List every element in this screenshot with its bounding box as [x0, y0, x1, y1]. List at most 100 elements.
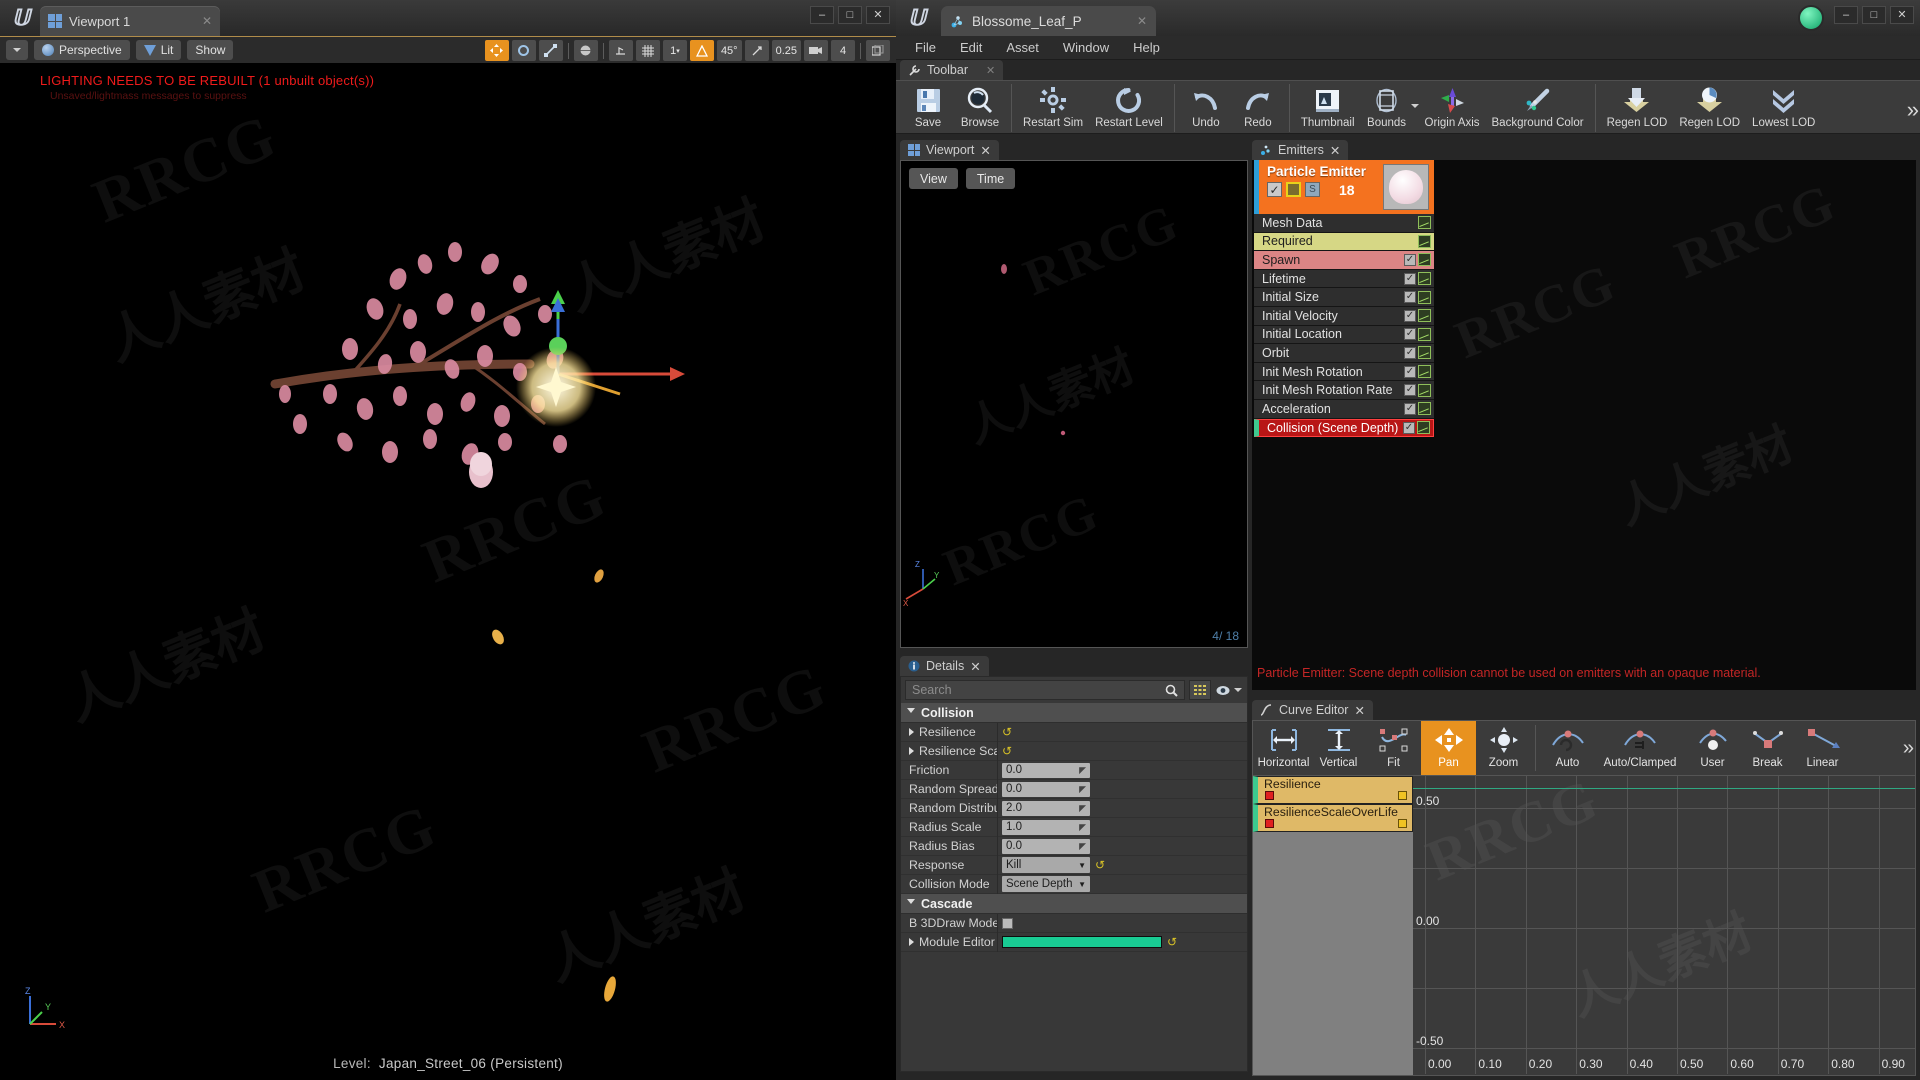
translate-tool-button[interactable] — [484, 40, 509, 61]
track-color-swatch[interactable] — [1265, 791, 1274, 800]
status-orb-icon[interactable] — [1798, 5, 1824, 31]
bounds-dropdown-button[interactable] — [1410, 103, 1419, 123]
save-button[interactable]: Save — [902, 81, 954, 133]
rotate-tool-button[interactable] — [511, 40, 536, 61]
module-curve-button[interactable] — [1418, 272, 1431, 286]
cascade-close-button[interactable]: ✕ — [1890, 6, 1914, 24]
module-curve-button[interactable] — [1418, 216, 1431, 230]
curve-tool-linear[interactable]: Linear — [1795, 721, 1850, 775]
module-curve-button[interactable] — [1418, 402, 1431, 416]
module-enabled-checkbox[interactable]: ✓ — [1403, 421, 1415, 434]
regen-lod-dup-button[interactable]: Regen LOD — [1673, 81, 1746, 133]
number-input[interactable]: 0.0 ◤ — [1002, 781, 1090, 797]
rotation-snap-toggle[interactable] — [689, 40, 714, 61]
module-curve-button[interactable] — [1418, 234, 1431, 248]
tab-blossome-leaf-p[interactable]: Blossome_Leaf_P ✕ — [941, 6, 1156, 36]
curve-tool-vertical[interactable]: Vertical — [1311, 721, 1366, 775]
emitter-module-initial-velocity[interactable]: Initial Velocity ✓ — [1254, 306, 1434, 326]
module-curve-button[interactable] — [1418, 309, 1431, 323]
cascade-maximize-button[interactable]: □ — [1862, 6, 1886, 24]
details-section-collision[interactable]: Collision — [901, 703, 1247, 723]
tab-cascade-viewport[interactable]: Viewport ✕ — [900, 140, 999, 160]
dropdown-select[interactable]: Kill ▼ — [1002, 857, 1090, 873]
reset-to-default-button[interactable]: ↺ — [1002, 744, 1012, 758]
emitter-module-spawn[interactable]: Spawn ✓ — [1254, 251, 1434, 270]
tab-emitters[interactable]: Emitters ✕ — [1252, 140, 1349, 160]
number-input[interactable]: 0.0 ◤ — [1002, 762, 1090, 778]
module-curve-button[interactable] — [1417, 421, 1430, 435]
track-visibility-toggle[interactable] — [1398, 819, 1407, 828]
tab-close-icon-2[interactable]: ✕ — [1137, 14, 1147, 28]
menu-window[interactable]: Window — [1052, 38, 1120, 57]
details-visibility-button[interactable] — [1215, 680, 1243, 700]
maximize-viewport-button[interactable] — [866, 40, 890, 61]
emitter-s-button[interactable]: S — [1305, 182, 1320, 197]
coordinate-space-button[interactable] — [573, 40, 598, 61]
module-enabled-checkbox[interactable]: ✓ — [1404, 365, 1416, 378]
toolbar-overflow-button[interactable]: » — [1907, 97, 1919, 123]
cascade-minimize-button[interactable]: – — [1834, 6, 1858, 24]
module-curve-button[interactable] — [1418, 253, 1431, 267]
restart-sim-button[interactable]: Restart Sim — [1017, 81, 1089, 133]
background-color-button[interactable]: Background Color — [1486, 81, 1590, 133]
spinner-icon[interactable]: ◤ — [1079, 822, 1086, 833]
curve-track[interactable]: Resilience — [1253, 776, 1413, 804]
emitter-module-initial-location[interactable]: Initial Location ✓ — [1254, 325, 1434, 345]
curve-tool-break[interactable]: Break — [1740, 721, 1795, 775]
spinner-icon[interactable]: ◤ — [1079, 803, 1086, 814]
emitter-thumbnail[interactable] — [1383, 164, 1429, 210]
view-mode-button[interactable]: Lit — [135, 40, 182, 60]
tab-curve-editor[interactable]: Curve Editor ✕ — [1252, 700, 1373, 720]
curve-tool-auto[interactable]: Auto — [1540, 721, 1595, 775]
emitter-module-init-mesh-rotation[interactable]: Init Mesh Rotation ✓ — [1254, 362, 1434, 382]
module-enabled-checkbox[interactable]: ✓ — [1404, 384, 1416, 397]
lowest-lod-button[interactable]: Lowest LOD — [1746, 81, 1821, 133]
curve-tool-pan[interactable]: Pan — [1421, 721, 1476, 775]
tab-toolbar-close-icon[interactable]: ✕ — [986, 64, 995, 77]
spinner-icon[interactable]: ◤ — [1079, 784, 1086, 795]
emitter-header[interactable]: Particle Emitter ✓ S 18 — [1254, 160, 1434, 214]
module-enabled-checkbox[interactable]: ✓ — [1404, 309, 1416, 322]
scale-snap-value[interactable]: 0.25 — [771, 40, 801, 61]
emitter-module-collision-scene-depth[interactable]: Collision (Scene Depth) ✓ — [1254, 418, 1434, 438]
module-curve-button[interactable] — [1418, 383, 1431, 397]
dropdown-select[interactable]: Scene Depth ▼ — [1002, 876, 1090, 892]
reset-to-default-button[interactable]: ↺ — [1167, 935, 1177, 949]
property-expand-icon[interactable] — [909, 728, 914, 736]
grid-size-value[interactable]: 1 ▾ — [662, 40, 687, 61]
emitter-module-acceleration[interactable]: Acceleration ✓ — [1254, 399, 1434, 419]
property-checkbox[interactable] — [1002, 917, 1013, 929]
property-expand-icon[interactable] — [909, 747, 914, 755]
undo-button[interactable]: Undo — [1180, 81, 1232, 133]
curve-tool-zoom[interactable]: Zoom — [1476, 721, 1531, 775]
search-input[interactable]: Search — [905, 680, 1185, 700]
curve-graph[interactable]: RRCG 人人素材 0.00 0.10 0.20 0.30 0.40 0.50 0.60 0.… — [1413, 776, 1915, 1075]
emitter-module-orbit[interactable]: Orbit ✓ — [1254, 344, 1434, 363]
module-curve-button[interactable] — [1418, 346, 1431, 360]
emitter-module-required[interactable]: Required — [1254, 232, 1434, 252]
viewport-options-button[interactable] — [6, 40, 28, 60]
minimize-button[interactable]: – — [810, 6, 834, 24]
details-grid-view-button[interactable] — [1189, 680, 1211, 700]
curve-toolbar-overflow-button[interactable]: » — [1903, 737, 1914, 760]
browse-button[interactable]: Browse — [954, 81, 1006, 133]
emitter-solo-checkbox[interactable] — [1286, 182, 1301, 197]
number-input[interactable]: 2.0 ◤ — [1002, 800, 1090, 816]
reset-to-default-button[interactable]: ↺ — [1002, 725, 1012, 739]
camera-speed-value[interactable]: 4 — [831, 40, 855, 61]
module-enabled-checkbox[interactable]: ✓ — [1404, 291, 1416, 304]
emitter-module-lifetime[interactable]: Lifetime ✓ — [1254, 269, 1434, 289]
module-enabled-checkbox[interactable]: ✓ — [1404, 346, 1416, 359]
cascade-viewport-close-icon[interactable]: ✕ — [980, 143, 990, 158]
menu-file[interactable]: File — [904, 38, 947, 57]
track-color-swatch[interactable] — [1265, 819, 1274, 828]
curve-track[interactable]: ResilienceScaleOverLife — [1253, 804, 1413, 832]
track-visibility-toggle[interactable] — [1398, 791, 1407, 800]
spinner-icon[interactable]: ◤ — [1079, 841, 1086, 852]
number-input[interactable]: 0.0 ◤ — [1002, 838, 1090, 854]
show-menu-button[interactable]: Show — [187, 40, 234, 60]
tab-close-icon[interactable]: ✕ — [202, 14, 212, 28]
number-input[interactable]: 1.0 ◤ — [1002, 819, 1090, 835]
rotation-snap-value[interactable]: 45° — [716, 40, 742, 61]
origin-axis-button[interactable]: Origin Axis — [1419, 81, 1486, 133]
